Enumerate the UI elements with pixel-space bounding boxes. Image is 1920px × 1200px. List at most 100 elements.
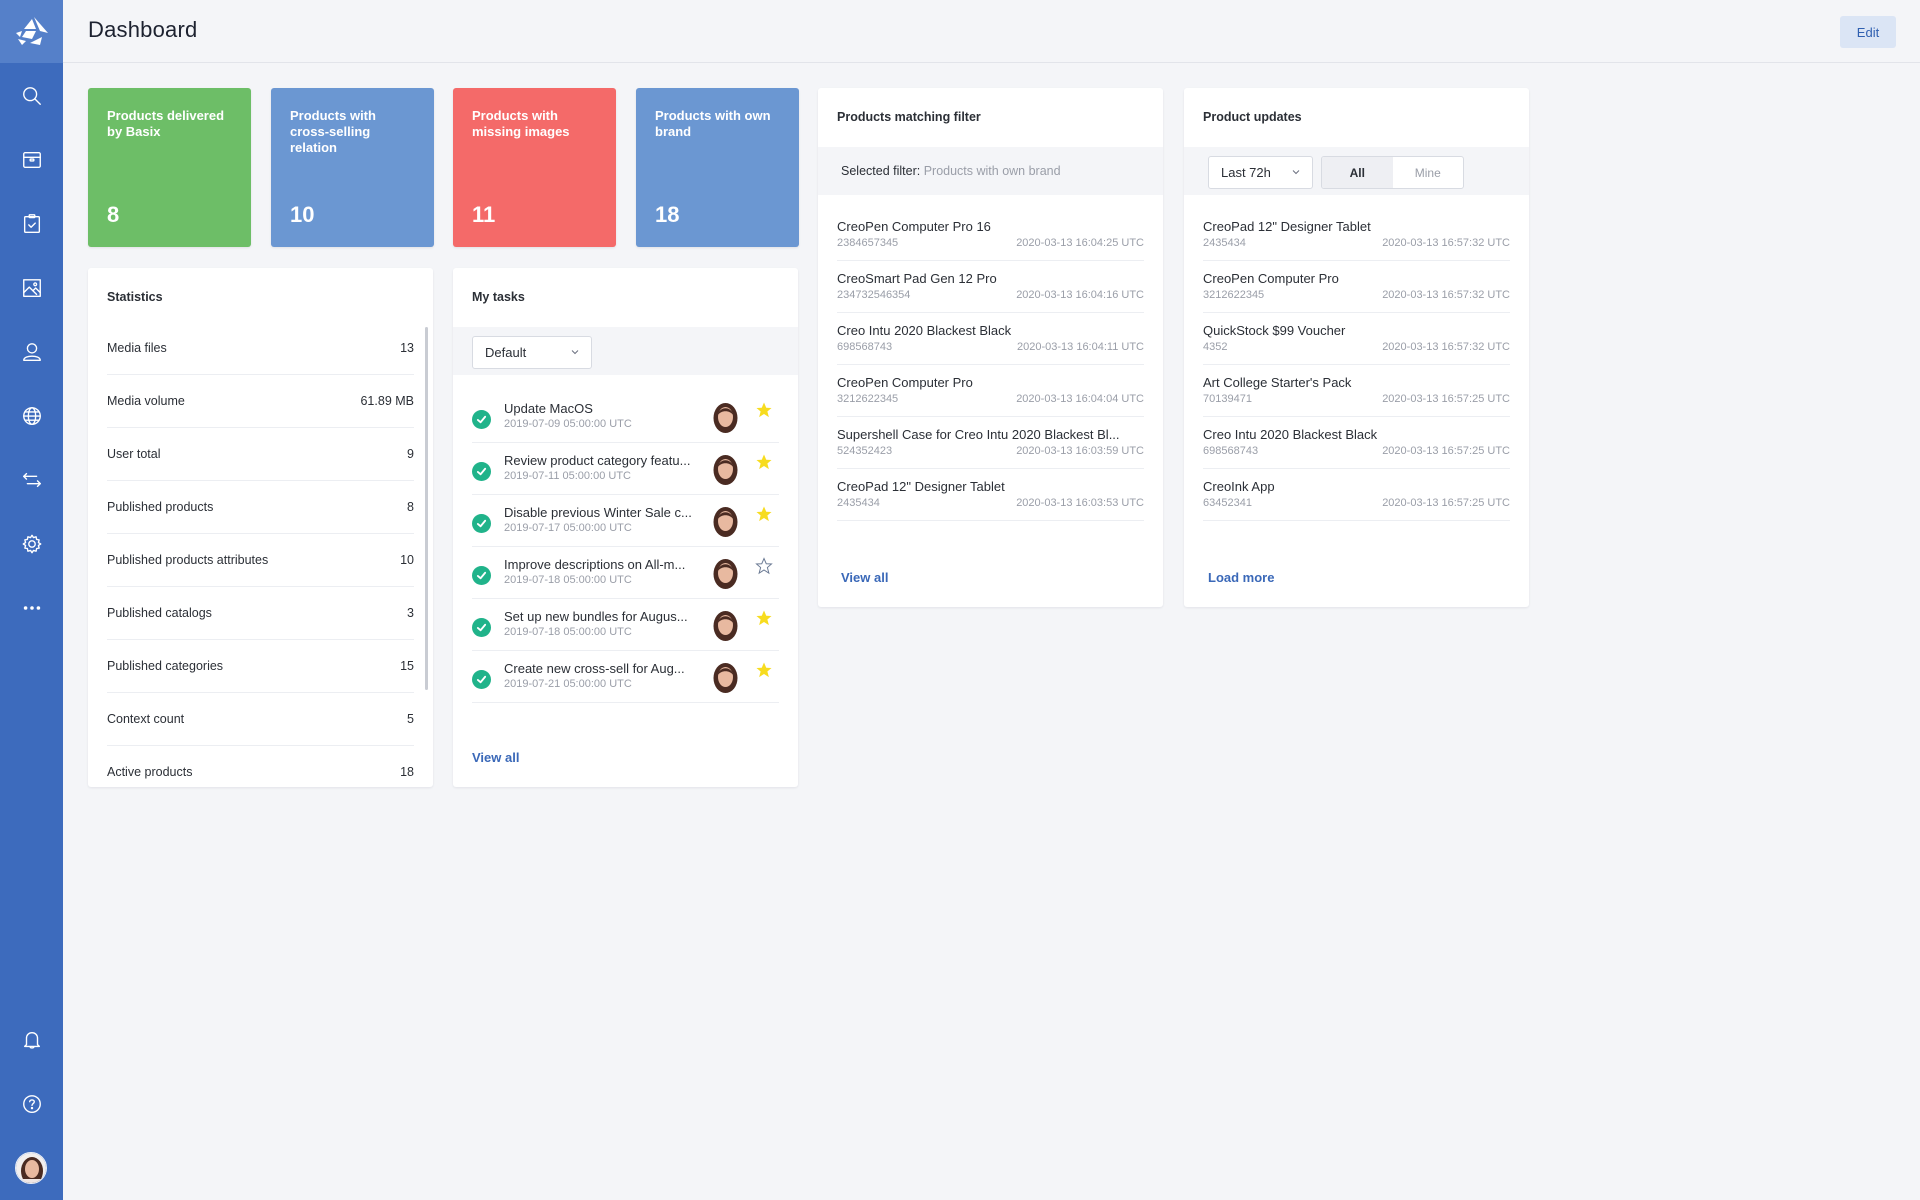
task-item[interactable]: Update MacOS 2019-07-09 05:00:00 UTC xyxy=(472,391,779,443)
product-id: 63452341 xyxy=(1203,497,1252,509)
selected-filter: Selected filter: Products with own brand xyxy=(841,164,1061,178)
sidebar-item-channels[interactable] xyxy=(0,396,63,436)
toggle-mine[interactable]: Mine xyxy=(1393,157,1464,188)
sidebar-item-import-export[interactable] xyxy=(0,460,63,500)
stat-row: Media files 13 xyxy=(107,322,414,375)
product-row[interactable]: QuickStock $99 Voucher 4352 2020-03-13 16:… xyxy=(1203,313,1510,365)
star-outline-icon[interactable] xyxy=(755,557,773,575)
task-item[interactable]: Improve descriptions on All-m... 2019-07-… xyxy=(472,547,779,599)
assignee-avatar xyxy=(710,660,741,693)
task-item[interactable]: Disable previous Winter Sale c... 2019-07… xyxy=(472,495,779,547)
task-list: Update MacOS 2019-07-09 05:00:00 UTC Revie… xyxy=(472,391,779,703)
task-item[interactable]: Create new cross-sell for Aug... 2019-07-… xyxy=(472,651,779,703)
logo[interactable] xyxy=(0,0,63,63)
image-icon xyxy=(22,279,41,297)
chevron-down-icon xyxy=(571,350,579,355)
task-date: 2019-07-21 05:00:00 UTC xyxy=(504,678,632,690)
edit-button[interactable]: Edit xyxy=(1840,16,1896,48)
product-name: Art College Starter's Pack xyxy=(1203,375,1352,390)
check-circle-icon[interactable] xyxy=(472,514,491,533)
stat-value: 18 xyxy=(400,765,414,779)
matching-view-all-link[interactable]: View all xyxy=(841,570,888,585)
check-circle-icon[interactable] xyxy=(472,618,491,637)
stat-row: Media volume 61.89 MB xyxy=(107,375,414,428)
sidebar xyxy=(0,0,63,1200)
stat-value: 5 xyxy=(407,712,414,726)
check-circle-icon[interactable] xyxy=(472,410,491,429)
star-filled-icon[interactable] xyxy=(755,661,773,679)
sidebar-item-products[interactable] xyxy=(0,140,63,180)
sidebar-item-tasks[interactable] xyxy=(0,204,63,244)
star-filled-icon[interactable] xyxy=(755,453,773,471)
product-timestamp: 2020-03-13 16:57:32 UTC xyxy=(1382,341,1510,353)
assignee-avatar xyxy=(710,556,741,589)
sidebar-item-notifications[interactable] xyxy=(0,1020,63,1060)
product-id: 2435434 xyxy=(1203,237,1246,249)
assignee-avatar xyxy=(710,452,741,485)
task-item[interactable]: Review product category featu... 2019-07-… xyxy=(472,443,779,495)
profile-avatar[interactable] xyxy=(15,1152,47,1184)
product-row[interactable]: CreoPad 12" Designer Tablet 2435434 2020-0… xyxy=(837,469,1144,521)
sidebar-item-more[interactable] xyxy=(0,588,63,628)
sidebar-item-users[interactable] xyxy=(0,332,63,372)
product-timestamp: 2020-03-13 16:57:32 UTC xyxy=(1382,237,1510,249)
time-range-select[interactable]: Last 72h xyxy=(1208,156,1313,189)
sidebar-item-search[interactable] xyxy=(0,76,63,116)
select-value: Last 72h xyxy=(1221,165,1271,180)
check-circle-icon[interactable] xyxy=(472,462,491,481)
stat-row: Context count 5 xyxy=(107,693,414,746)
box-icon xyxy=(22,151,41,169)
product-row[interactable]: CreoPen Computer Pro 16 2384657345 2020-03… xyxy=(837,209,1144,261)
assignee-avatar xyxy=(710,400,741,433)
product-row[interactable]: CreoSmart Pad Gen 12 Pro 234732546354 2020… xyxy=(837,261,1144,313)
product-row[interactable]: CreoPen Computer Pro 3212622345 2020-03-13… xyxy=(837,365,1144,417)
panel-title: Product updates xyxy=(1203,110,1302,124)
load-more-link[interactable]: Load more xyxy=(1208,570,1274,585)
check-circle-icon[interactable] xyxy=(472,670,491,689)
sidebar-item-help[interactable] xyxy=(0,1084,63,1124)
stat-label: Published products xyxy=(107,500,214,514)
assignee-avatar xyxy=(710,608,741,641)
product-row[interactable]: CreoInk App 63452341 2020-03-13 16:57:25 U… xyxy=(1203,469,1510,521)
avatar xyxy=(16,1153,46,1183)
task-date: 2019-07-18 05:00:00 UTC xyxy=(504,626,632,638)
page-title: Dashboard xyxy=(88,17,198,42)
statistics-scrollbar[interactable] xyxy=(425,327,428,690)
tile-delivered-by-basix[interactable]: Products delivered by Basix 8 xyxy=(88,88,251,247)
stat-value: 3 xyxy=(407,606,414,620)
tile-own-brand[interactable]: Products with own brand 18 xyxy=(636,88,799,247)
stat-value: 9 xyxy=(407,447,414,461)
star-filled-icon[interactable] xyxy=(755,609,773,627)
tile-missing-images[interactable]: Products with missing images 11 xyxy=(453,88,616,247)
stat-row: Published products 8 xyxy=(107,481,414,534)
tile-label: Products with missing images xyxy=(472,108,570,139)
product-row[interactable]: Art College Starter's Pack 70139471 2020-0… xyxy=(1203,365,1510,417)
product-row[interactable]: CreoPen Computer Pro 3212622345 2020-03-13… xyxy=(1203,261,1510,313)
product-timestamp: 2020-03-13 16:03:53 UTC xyxy=(1016,497,1144,509)
matching-product-list: CreoPen Computer Pro 16 2384657345 2020-03… xyxy=(837,209,1144,521)
sidebar-item-settings[interactable] xyxy=(0,524,63,564)
stat-value: 13 xyxy=(400,341,414,355)
tasks-panel: My tasks Default Update MacOS 2019-07-09 … xyxy=(453,268,798,787)
product-name: CreoSmart Pad Gen 12 Pro xyxy=(837,271,997,286)
stat-row: User total 9 xyxy=(107,428,414,481)
product-row[interactable]: Creo Intu 2020 Blackest Black 698568743 20… xyxy=(1203,417,1510,469)
tasks-view-all-link[interactable]: View all xyxy=(472,750,519,765)
product-row[interactable]: CreoPad 12" Designer Tablet 2435434 2020-0… xyxy=(1203,209,1510,261)
product-id: 4352 xyxy=(1203,341,1228,353)
product-row[interactable]: Supershell Case for Creo Intu 2020 Black… xyxy=(837,417,1144,469)
panel-title: Statistics xyxy=(107,290,163,304)
tile-cross-selling[interactable]: Products with cross-selling relation 10 xyxy=(271,88,434,247)
task-item[interactable]: Set up new bundles for Augus... 2019-07-1… xyxy=(472,599,779,651)
toggle-all[interactable]: All xyxy=(1322,157,1393,188)
product-name: CreoPen Computer Pro 16 xyxy=(837,219,991,234)
clipboard-check-icon xyxy=(23,214,40,233)
sidebar-item-media[interactable] xyxy=(0,268,63,308)
star-filled-icon[interactable] xyxy=(755,401,773,419)
filter-bar: Selected filter: Products with own brand xyxy=(818,147,1163,195)
product-row[interactable]: Creo Intu 2020 Blackest Black 698568743 20… xyxy=(837,313,1144,365)
updates-toolbar: Last 72h All Mine xyxy=(1184,147,1529,195)
star-filled-icon[interactable] xyxy=(755,505,773,523)
check-circle-icon[interactable] xyxy=(472,566,491,585)
tasks-filter-select[interactable]: Default xyxy=(472,336,592,369)
